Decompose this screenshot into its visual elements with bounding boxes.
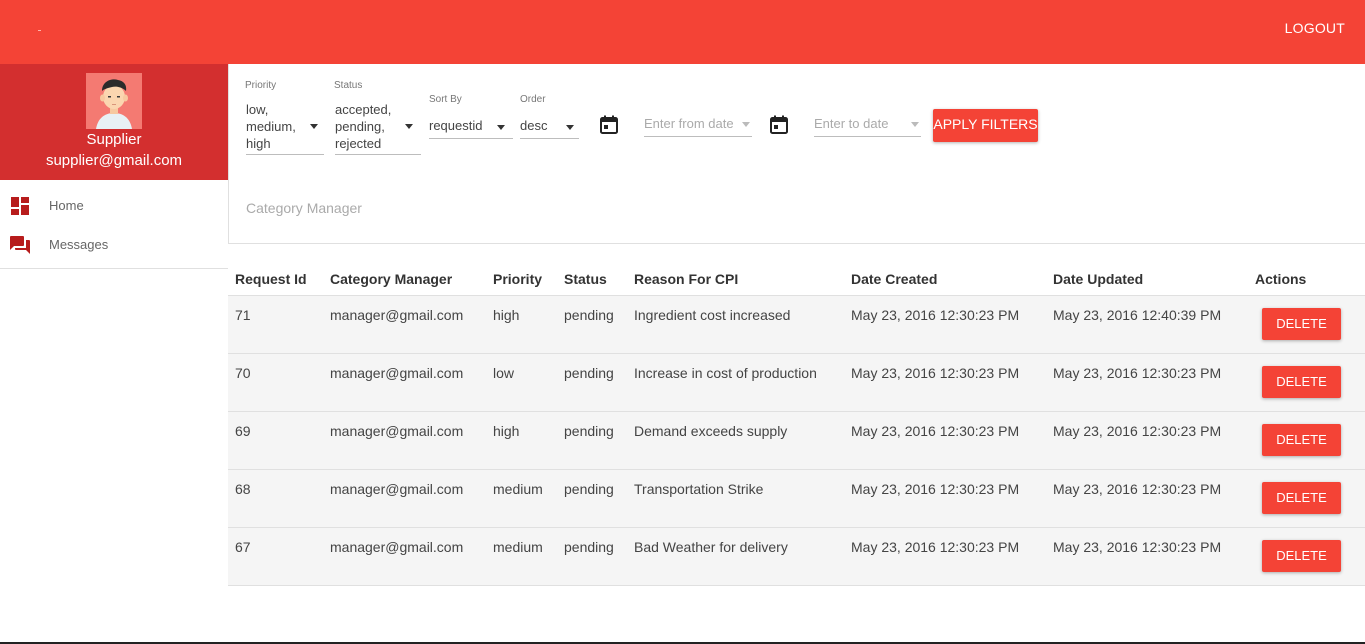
status-option-accepted: accepted, <box>335 102 392 117</box>
sidebar-nav: Home Messages <box>0 180 228 269</box>
priority-cell: high <box>493 423 520 439</box>
table-row: 68 manager@gmail.com medium pending Tran… <box>228 470 1365 528</box>
apply-filters-button[interactable]: APPLY FILTERS <box>933 109 1038 142</box>
column-header: Date Updated <box>1053 271 1144 287</box>
chevron-down-icon <box>310 124 318 129</box>
date-updated-cell: May 23, 2016 12:40:39 PM <box>1053 307 1222 323</box>
from-date-input[interactable]: Enter from date <box>644 114 752 137</box>
delete-button[interactable]: DELETE <box>1262 540 1341 572</box>
delete-button[interactable]: DELETE <box>1262 482 1341 514</box>
column-header: Date Created <box>851 271 938 287</box>
table-row: 70 manager@gmail.com low pending Increas… <box>228 354 1365 412</box>
order-label: Order <box>520 94 546 105</box>
avatar <box>86 73 142 129</box>
sidebar-item-label: Messages <box>49 237 109 252</box>
priority-select[interactable]: Priority low, medium, high <box>245 80 324 155</box>
category-manager-cell: manager@gmail.com <box>330 481 464 497</box>
reason-cell: Transportation Strike <box>634 481 764 497</box>
sidebar-item-label: Home <box>49 198 84 213</box>
column-header: Category Manager <box>330 271 453 287</box>
app-bar-mark <box>38 30 41 31</box>
request-id-cell: 69 <box>235 423 251 439</box>
category-manager-cell: manager@gmail.com <box>330 423 464 439</box>
priority-label: Priority <box>245 80 277 91</box>
request-id-cell: 68 <box>235 481 251 497</box>
priority-option-low: low, <box>246 102 269 117</box>
from-date-placeholder: Enter from date <box>644 116 734 131</box>
table-header: Request Id Category Manager Priority Sta… <box>228 262 1365 296</box>
delete-button[interactable]: DELETE <box>1262 308 1341 340</box>
table-row: 69 manager@gmail.com high pending Demand… <box>228 412 1365 470</box>
status-label: Status <box>334 80 363 91</box>
order-select[interactable]: Order desc <box>520 94 579 139</box>
chevron-down-icon <box>566 125 574 130</box>
logout-button[interactable]: LOGOUT <box>1285 20 1345 36</box>
priority-option-high: high <box>246 136 271 151</box>
sidebar: Supplier supplier@gmail.com Home Message… <box>0 64 228 644</box>
status-cell: pending <box>564 481 614 497</box>
reason-cell: Ingredient cost increased <box>634 307 791 323</box>
date-created-cell: May 23, 2016 12:30:23 PM <box>851 423 1020 439</box>
profile-role: Supplier <box>86 131 142 148</box>
sidebar-item-messages[interactable]: Messages <box>0 225 228 264</box>
status-cell: pending <box>564 307 614 323</box>
reason-cell: Increase in cost of production <box>634 365 817 381</box>
request-id-cell: 70 <box>235 365 251 381</box>
calendar-icon[interactable] <box>769 115 789 135</box>
table-row: 67 manager@gmail.com medium pending Bad … <box>228 528 1365 586</box>
category-manager-cell: manager@gmail.com <box>330 365 464 381</box>
status-cell: pending <box>564 539 614 555</box>
to-date-input[interactable]: Enter to date <box>814 114 921 137</box>
forum-icon <box>10 235 30 255</box>
category-manager-cell: manager@gmail.com <box>330 307 464 323</box>
request-id-cell: 67 <box>235 539 251 555</box>
calendar-icon[interactable] <box>599 115 619 135</box>
app-bar: LOGOUT <box>0 0 1365 64</box>
column-header: Status <box>564 271 607 287</box>
date-created-cell: May 23, 2016 12:30:23 PM <box>851 481 1020 497</box>
status-cell: pending <box>564 365 614 381</box>
date-updated-cell: May 23, 2016 12:30:23 PM <box>1053 539 1222 555</box>
category-manager-input[interactable]: Category Manager <box>246 200 362 216</box>
chevron-down-icon <box>911 122 919 127</box>
reason-cell: Bad Weather for delivery <box>634 539 788 555</box>
chevron-down-icon <box>405 124 413 129</box>
sidebar-item-home[interactable]: Home <box>0 186 228 225</box>
sort-by-select[interactable]: Sort By requestid <box>429 94 513 139</box>
reason-cell: Demand exceeds supply <box>634 423 788 439</box>
filter-panel: Priority low, medium, high Status accept… <box>228 64 1365 244</box>
status-option-rejected: rejected <box>335 136 382 151</box>
category-manager-cell: manager@gmail.com <box>330 539 464 555</box>
sort-by-label: Sort By <box>429 94 462 105</box>
priority-cell: low <box>493 365 515 381</box>
priority-cell: high <box>493 307 520 323</box>
date-updated-cell: May 23, 2016 12:30:23 PM <box>1053 423 1222 439</box>
delete-button[interactable]: DELETE <box>1262 366 1341 398</box>
dashboard-icon <box>10 196 30 216</box>
date-created-cell: May 23, 2016 12:30:23 PM <box>851 307 1020 323</box>
priority-cell: medium <box>493 481 543 497</box>
profile-card: Supplier supplier@gmail.com <box>0 64 228 180</box>
column-header: Actions <box>1255 271 1307 287</box>
date-updated-cell: May 23, 2016 12:30:23 PM <box>1053 365 1222 381</box>
column-header: Request Id <box>235 271 307 287</box>
date-created-cell: May 23, 2016 12:30:23 PM <box>851 365 1020 381</box>
status-select[interactable]: Status accepted, pending, rejected <box>334 80 421 155</box>
priority-cell: medium <box>493 539 543 555</box>
date-created-cell: May 23, 2016 12:30:23 PM <box>851 539 1020 555</box>
column-header: Priority <box>493 271 543 287</box>
profile-email: supplier@gmail.com <box>45 152 183 169</box>
status-cell: pending <box>564 423 614 439</box>
delete-button[interactable]: DELETE <box>1262 424 1341 456</box>
table-row: 71 manager@gmail.com high pending Ingred… <box>228 296 1365 354</box>
column-header: Reason For CPI <box>634 271 739 287</box>
requests-table: Request Id Category Manager Priority Sta… <box>228 262 1365 586</box>
date-updated-cell: May 23, 2016 12:30:23 PM <box>1053 481 1222 497</box>
chevron-down-icon <box>742 122 750 127</box>
to-date-placeholder: Enter to date <box>814 116 889 131</box>
chevron-down-icon <box>497 125 505 130</box>
request-id-cell: 71 <box>235 307 251 323</box>
